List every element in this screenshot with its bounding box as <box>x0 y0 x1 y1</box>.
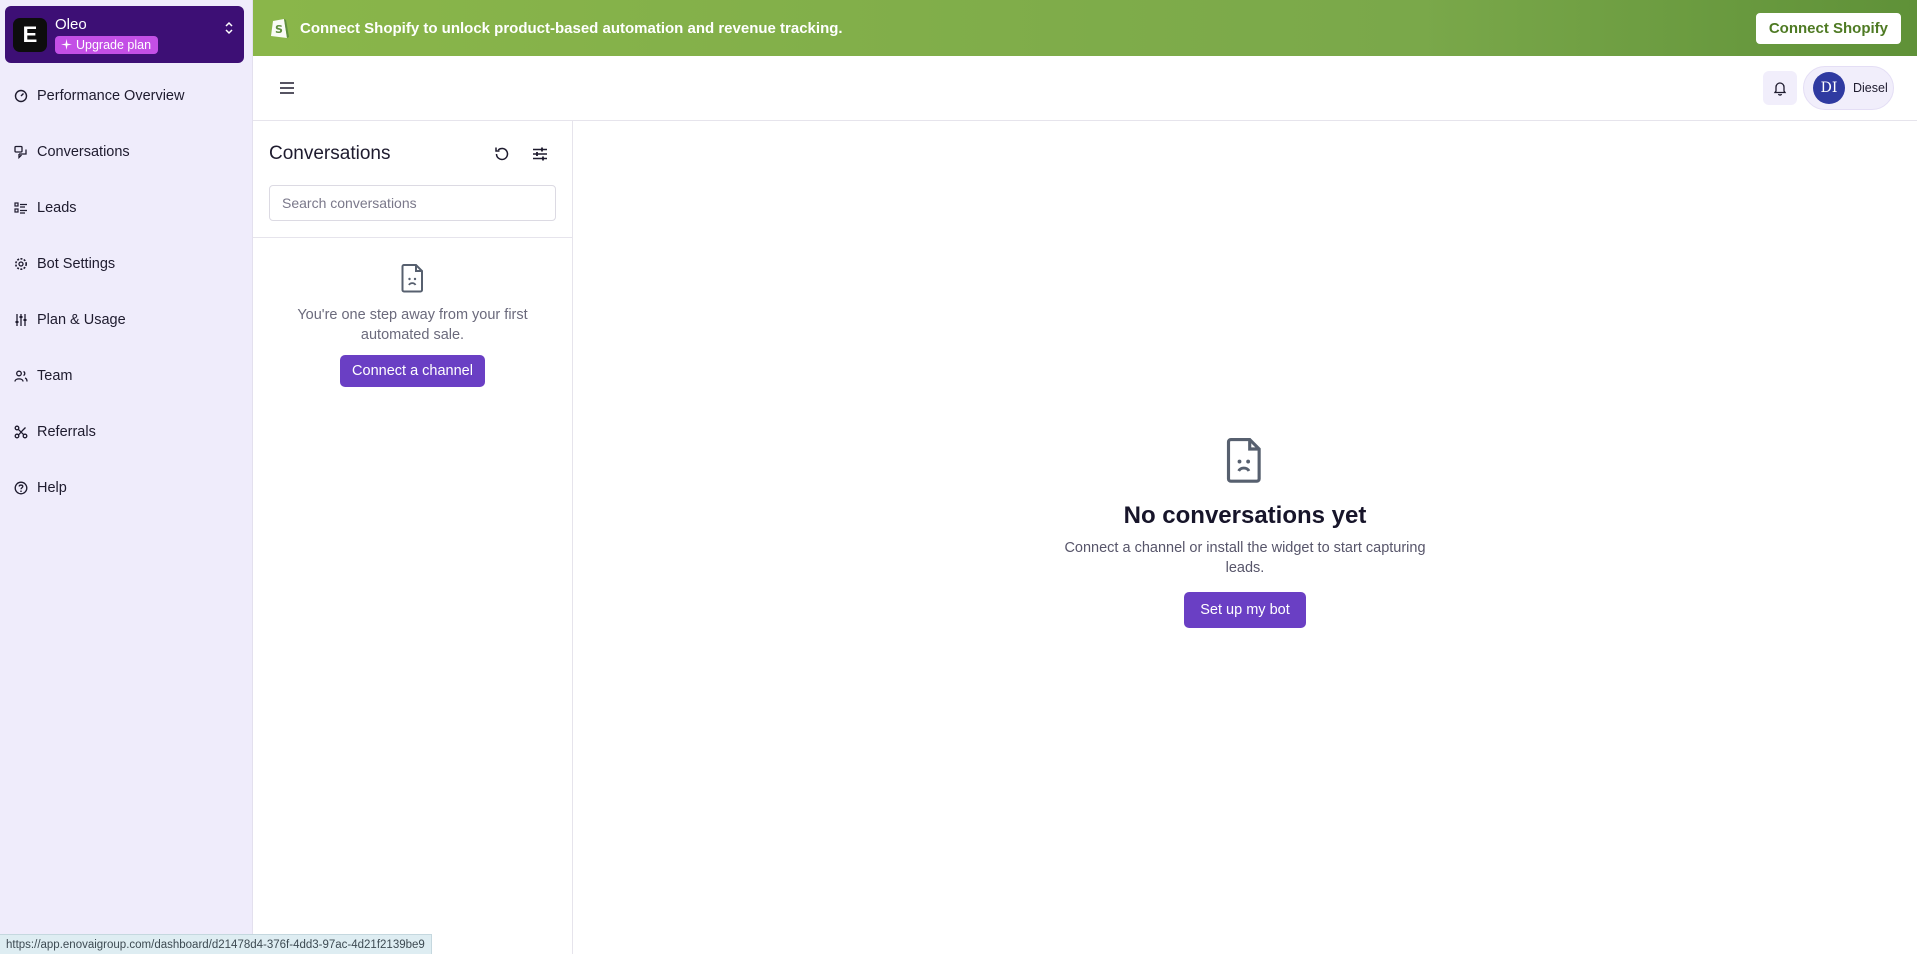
sidebar: E Oleo Upgrade plan Performance Overview… <box>0 0 253 954</box>
filter-sliders-icon[interactable] <box>531 145 549 163</box>
sidebar-item-leads[interactable]: Leads <box>0 180 252 236</box>
hamburger-menu-icon[interactable] <box>279 80 295 96</box>
panel-empty-state: You're one step away from your first aut… <box>253 263 572 387</box>
banner-text: Connect Shopify to unlock product-based … <box>300 19 843 37</box>
connect-shopify-button[interactable]: Connect Shopify <box>1755 13 1901 44</box>
gear-icon <box>15 258 27 270</box>
shopify-icon: S <box>271 19 289 38</box>
workspace-logo: E <box>13 17 47 52</box>
shopify-banner: S Connect Shopify to unlock product-base… <box>253 0 1917 56</box>
sidebar-item-team[interactable]: Team <box>0 348 252 404</box>
refresh-icon[interactable] <box>493 145 511 163</box>
help-circle-icon <box>14 481 28 495</box>
panel-empty-text: You're one step away from your first aut… <box>297 307 528 343</box>
sidebar-item-referrals[interactable]: Referrals <box>0 404 252 460</box>
sad-file-icon <box>401 264 423 293</box>
set-up-bot-button[interactable]: Set up my bot <box>1184 592 1306 628</box>
sad-file-icon <box>1226 438 1261 483</box>
sidebar-nav: Performance Overview Conversations Leads… <box>0 68 252 516</box>
conversations-panel: Conversations You're one step away from … <box>253 121 573 954</box>
sidebar-item-conversations[interactable]: Conversations <box>0 124 252 180</box>
sidebar-item-performance-overview[interactable]: Performance Overview <box>0 68 252 124</box>
sidebar-item-plan-usage[interactable]: Plan & Usage <box>0 292 252 348</box>
notifications-button[interactable] <box>1763 71 1797 105</box>
chat-bubbles-icon <box>14 145 27 159</box>
sparkle-icon <box>61 39 72 50</box>
top-bar: DI Diesel <box>253 56 1917 121</box>
search-conversations-input[interactable] <box>269 185 556 221</box>
sidebar-item-help[interactable]: Help <box>0 460 252 516</box>
chevron-up-down-icon <box>225 21 233 35</box>
empty-state-title: No conversations yet <box>1123 502 1367 529</box>
bell-icon <box>1773 82 1787 96</box>
connect-channel-button[interactable]: Connect a channel <box>340 355 485 387</box>
share-icon <box>14 425 28 439</box>
main-empty-state: No conversations yet Connect a channel o… <box>573 436 1917 628</box>
sidebar-item-bot-settings[interactable]: Bot Settings <box>0 236 252 292</box>
list-icon <box>14 202 27 214</box>
user-menu[interactable]: DI Diesel <box>1803 66 1894 110</box>
workspace-name: Oleo <box>55 15 87 33</box>
empty-state-description: Connect a channel or install the widget … <box>1064 540 1426 576</box>
users-icon <box>14 370 28 382</box>
sliders-icon <box>15 314 27 326</box>
avatar: DI <box>1813 72 1845 104</box>
upgrade-plan-button[interactable]: Upgrade plan <box>55 35 159 54</box>
status-bar-url: https://app.enovaigroup.com/dashboard/d2… <box>0 934 432 954</box>
svg-text:S: S <box>275 23 283 36</box>
divider <box>253 237 572 238</box>
conversations-title: Conversations <box>269 143 391 164</box>
workspace-switcher[interactable]: E Oleo Upgrade plan <box>5 6 244 63</box>
gauge-icon <box>14 89 28 103</box>
user-name: Diesel <box>1853 81 1888 95</box>
